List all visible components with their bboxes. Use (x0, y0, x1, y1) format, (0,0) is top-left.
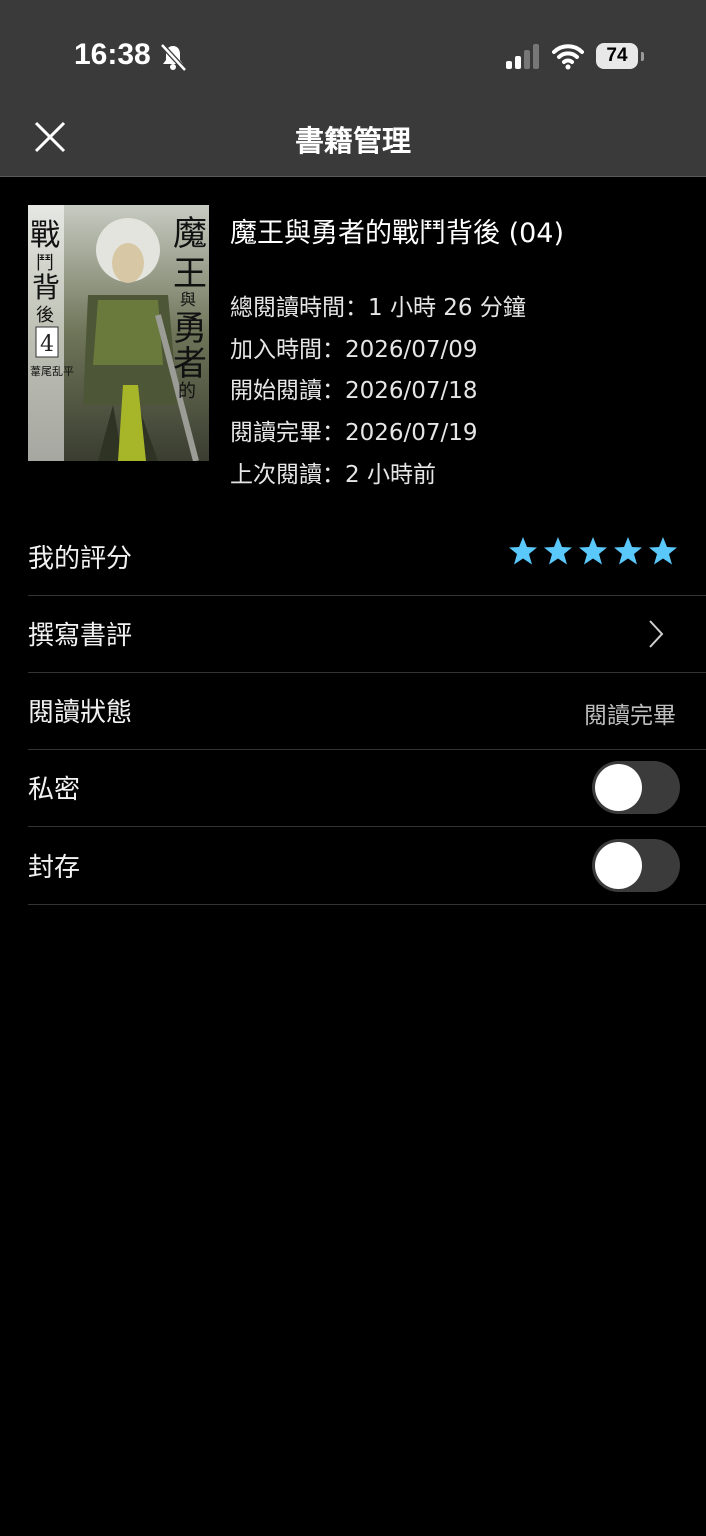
svg-text:的: 的 (178, 381, 196, 402)
private-toggle-knob (595, 764, 642, 811)
battery-level: 74 (596, 43, 638, 69)
svg-text:與: 與 (180, 290, 196, 309)
svg-text:後: 後 (36, 305, 54, 326)
rating-stars[interactable] (508, 536, 678, 566)
archive-label: 封存 (28, 853, 81, 883)
write-review-row[interactable]: 撰寫書評 (28, 595, 706, 673)
status-time: 16:38 (74, 38, 151, 71)
reading-status-row[interactable]: 閱讀狀態 閱讀完畢 (28, 672, 706, 750)
finished-reading-date: 閱讀完畢：2026/07/19 (230, 420, 478, 446)
private-label: 私密 (28, 775, 81, 805)
cover-volume-number: 4 (40, 332, 54, 357)
book-cover: 戰 鬥 背 後 4 葦尾乱平 魔 王 與 勇 者 的 (28, 205, 209, 461)
bell-slash-icon (160, 43, 187, 72)
wifi-icon (552, 44, 584, 70)
private-toggle[interactable] (592, 761, 680, 814)
star-icon[interactable] (648, 536, 678, 566)
svg-text:魔: 魔 (173, 214, 207, 254)
svg-text:勇: 勇 (173, 309, 207, 349)
archive-toggle[interactable] (592, 839, 680, 892)
total-reading-time: 總閱讀時間：1 小時 26 分鐘 (230, 295, 526, 321)
star-icon[interactable] (508, 536, 538, 566)
top-bar: 16:38 74 書籍管理 (0, 0, 706, 177)
star-icon[interactable] (543, 536, 573, 566)
rating-row: 我的評分 (28, 518, 706, 596)
svg-text:王: 王 (173, 254, 207, 294)
reading-status-label: 閱讀狀態 (28, 698, 133, 728)
added-date: 加入時間：2026/07/09 (230, 337, 478, 363)
archive-row: 封存 (28, 827, 706, 905)
svg-text:戰: 戰 (30, 218, 60, 253)
svg-text:背: 背 (32, 271, 60, 304)
archive-toggle-knob (595, 842, 642, 889)
signal-icon (506, 44, 539, 69)
star-icon[interactable] (613, 536, 643, 566)
last-read: 上次閱讀：2 小時前 (230, 462, 436, 488)
private-row: 私密 (28, 749, 706, 827)
chevron-right-icon (649, 620, 664, 648)
book-title: 魔王與勇者的戰鬥背後 (04) (230, 218, 565, 249)
reading-status-value: 閱讀完畢 (584, 703, 676, 729)
svg-text:葦尾乱平: 葦尾乱平 (30, 365, 74, 378)
write-review-label: 撰寫書評 (28, 621, 133, 651)
star-icon[interactable] (578, 536, 608, 566)
start-reading-date: 開始閱讀：2026/07/18 (230, 378, 478, 404)
page-title: 書籍管理 (294, 124, 411, 158)
rating-label: 我的評分 (28, 544, 133, 574)
battery-icon: 74 (596, 43, 644, 71)
svg-text:者: 者 (173, 344, 207, 384)
